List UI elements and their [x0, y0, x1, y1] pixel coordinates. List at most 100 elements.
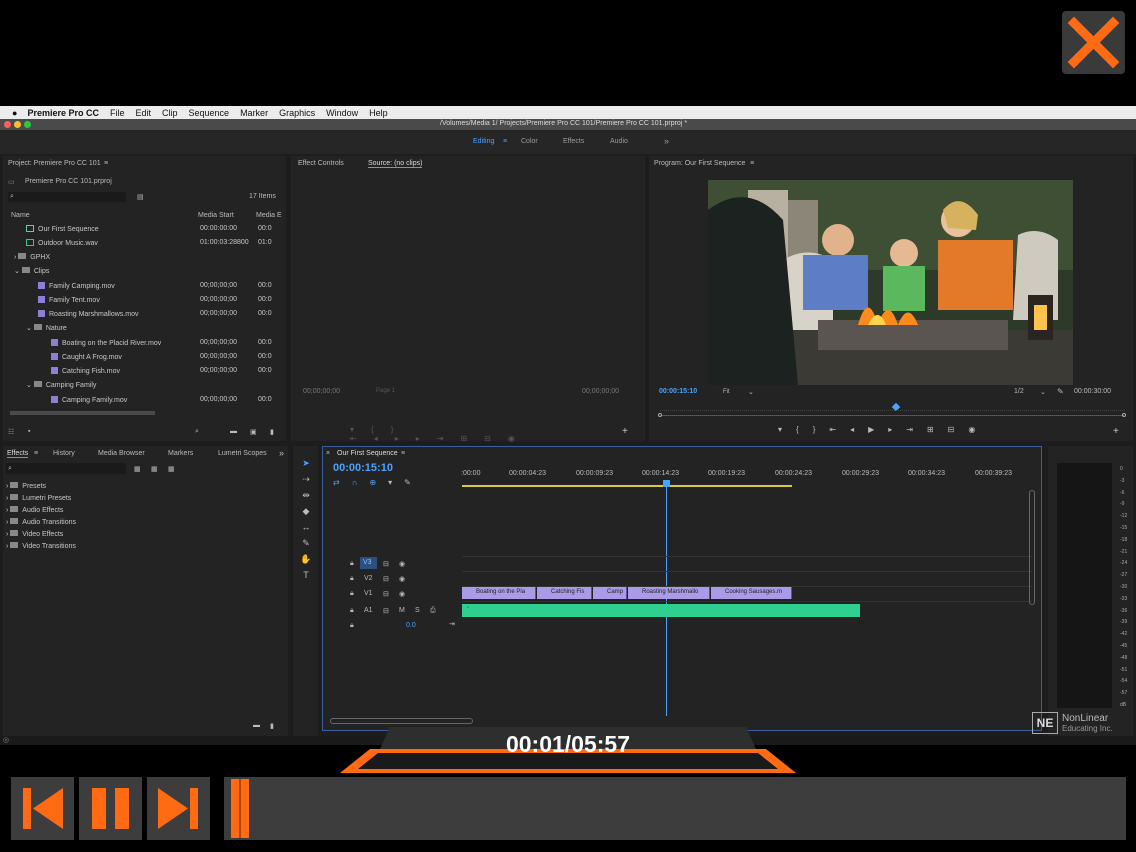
list-item[interactable]: › GPHX	[14, 253, 50, 261]
list-item[interactable]: Caught A Frog.mov	[51, 353, 122, 361]
list-item[interactable]: › Audio Transitions	[6, 518, 76, 526]
trash-icon[interactable]: ▮	[270, 428, 274, 436]
timeline-toolbar[interactable]: ⇄∩⊕▾✎	[333, 478, 433, 487]
selection-tool-icon[interactable]: ➤	[299, 455, 313, 471]
mute-button[interactable]: M	[399, 607, 405, 614]
sync-lock-icon[interactable]: ⊟	[383, 575, 389, 583]
program-panel-title[interactable]: Program: Our First Sequence	[654, 160, 745, 167]
close-button[interactable]	[1062, 11, 1125, 74]
workspace-tab-editing[interactable]: Editing	[473, 138, 494, 145]
timeline-menu-icon[interactable]: ≡	[401, 450, 405, 457]
skip-back-button[interactable]	[11, 777, 74, 840]
list-view-icon[interactable]: ☷	[8, 428, 14, 436]
menu-window[interactable]: Window	[326, 108, 358, 118]
accelerated-effects-icon[interactable]: ▦	[134, 465, 141, 473]
pause-button[interactable]	[79, 777, 142, 840]
menu-help[interactable]: Help	[369, 108, 388, 118]
track-lock-icon[interactable]: 🔒︎	[350, 607, 354, 615]
list-item[interactable]: Outdoor Music.wav	[26, 239, 98, 247]
timeline-horizontal-scrollbar[interactable]	[330, 718, 473, 724]
resolution-dropdown-icon[interactable]: ⌄	[1040, 388, 1046, 396]
menu-graphics[interactable]: Graphics	[279, 108, 315, 118]
program-resolution-select[interactable]: 1/2	[1014, 388, 1024, 395]
ripple-edit-tool-icon[interactable]: ⇹	[299, 487, 313, 503]
window-close-icon[interactable]	[4, 121, 11, 128]
program-playhead-timecode[interactable]: 00:00:15:10	[659, 388, 697, 395]
timeline-vertical-scrollbar[interactable]	[1029, 490, 1035, 605]
eye-icon[interactable]: ◉	[399, 590, 405, 598]
tab-history[interactable]: History	[53, 450, 75, 457]
skip-forward-button[interactable]	[147, 777, 210, 840]
work-area-bar[interactable]	[462, 485, 792, 487]
icon-view-icon[interactable]: ▪	[28, 428, 30, 435]
list-item[interactable]: ⌄ Nature	[26, 324, 67, 332]
source-transport-controls[interactable]: ▾{}⇤◂▸▸⇥⊞⊟◉	[350, 425, 590, 443]
workspace-tab-audio[interactable]: Audio	[610, 138, 628, 145]
timeline-clip[interactable]: Camp	[593, 587, 627, 599]
menu-file[interactable]: File	[110, 108, 125, 118]
program-add-button-icon[interactable]: +	[1113, 426, 1119, 437]
list-item[interactable]: Catching Fish.mov	[51, 367, 120, 375]
workspace-menu-icon[interactable]: ≡	[503, 138, 507, 145]
master-end-icon[interactable]: ⇥	[449, 620, 455, 628]
list-item[interactable]: Our First Sequence	[26, 225, 99, 233]
eye-icon[interactable]: ◉	[399, 575, 405, 583]
timeline-playhead-marker[interactable]	[663, 480, 670, 487]
timeline-playhead-timecode[interactable]: 00:00:15:10	[333, 462, 393, 474]
new-item-icon[interactable]: ▣	[250, 428, 257, 436]
program-transport-controls[interactable]: ▾{}⇤◂▶▸⇥⊞⊟◉	[778, 425, 1028, 435]
new-bin-icon[interactable]: ▤	[137, 193, 144, 201]
project-panel-menu-icon[interactable]: ≡	[104, 160, 108, 167]
player-scrub-bar[interactable]	[224, 777, 1126, 840]
list-item[interactable]: › Lumetri Presets	[6, 494, 71, 502]
tab-source[interactable]: Source: (no clips)	[368, 160, 423, 168]
track-lock-icon[interactable]: 🔒︎	[350, 622, 354, 630]
timeline-clip[interactable]: Roasting Marshmallo	[628, 587, 710, 599]
source-page-select[interactable]: Page 1	[376, 388, 395, 394]
effects-search-input[interactable]	[6, 463, 126, 474]
type-tool-icon[interactable]: T	[299, 567, 313, 583]
list-item[interactable]: Boating on the Placid River.mov	[51, 339, 161, 347]
menu-app-name[interactable]: Premiere Pro CC	[27, 108, 99, 118]
player-scrub-handle[interactable]	[230, 779, 249, 838]
timeline-clip[interactable]: Catching Fis	[537, 587, 592, 599]
fit-dropdown-icon[interactable]: ⌄	[748, 388, 754, 396]
menu-clip[interactable]: Clip	[162, 108, 178, 118]
project-panel-title[interactable]: Project: Premiere Pro CC 101	[8, 160, 101, 167]
source-add-button-icon[interactable]: +	[622, 426, 628, 437]
track-lock-icon[interactable]: 🔒︎	[350, 575, 354, 583]
eye-icon[interactable]: ◉	[399, 560, 405, 568]
list-item[interactable]: Camping Family.mov	[51, 396, 127, 404]
program-scrub-bar[interactable]	[658, 413, 1126, 418]
tab-effects[interactable]: Effects	[7, 450, 29, 458]
list-item[interactable]: › Video Effects	[6, 530, 63, 538]
apple-menu-icon[interactable]: ●	[12, 108, 17, 118]
timeline-clip[interactable]: Boating on the Pla	[462, 587, 536, 599]
track-select-tool-icon[interactable]: ⇢	[299, 471, 313, 487]
menu-edit[interactable]: Edit	[135, 108, 151, 118]
32bit-effects-icon[interactable]: ▦	[151, 465, 158, 473]
master-audio-level[interactable]: 0.0	[406, 622, 416, 629]
program-panel-menu-icon[interactable]: ≡	[750, 160, 754, 167]
source-timecode-left[interactable]: 00;00;00;00	[303, 388, 340, 395]
track-a1[interactable]: A1	[364, 607, 373, 614]
voice-over-icon[interactable]: ⎙	[430, 607, 436, 615]
tab-markers[interactable]: Markers	[168, 450, 193, 457]
timeline-close-icon[interactable]: ×	[326, 450, 330, 457]
project-search-input[interactable]	[8, 192, 126, 202]
list-item[interactable]: › Presets	[6, 482, 46, 490]
col-header-media-start[interactable]: Media Start	[198, 212, 234, 219]
yuv-effects-icon[interactable]: ▦	[168, 465, 175, 473]
track-v3[interactable]: V3	[360, 557, 377, 569]
sync-lock-icon[interactable]: ⊟	[383, 590, 389, 598]
tab-lumetri-scopes[interactable]: Lumetri Scopes	[218, 450, 267, 457]
track-lock-icon[interactable]: 🔒︎	[350, 560, 354, 568]
col-header-media-end[interactable]: Media E	[256, 212, 282, 219]
list-item[interactable]: › Audio Effects	[6, 506, 63, 514]
razor-tool-icon[interactable]: ◆	[299, 503, 313, 519]
col-header-name[interactable]: Name	[11, 212, 30, 219]
audio-clip[interactable]: ▪	[462, 604, 860, 617]
new-bin-icon[interactable]: ▬	[253, 722, 260, 729]
sync-lock-icon[interactable]: ⊟	[383, 607, 389, 615]
find-icon[interactable]: ⌕	[195, 428, 199, 436]
